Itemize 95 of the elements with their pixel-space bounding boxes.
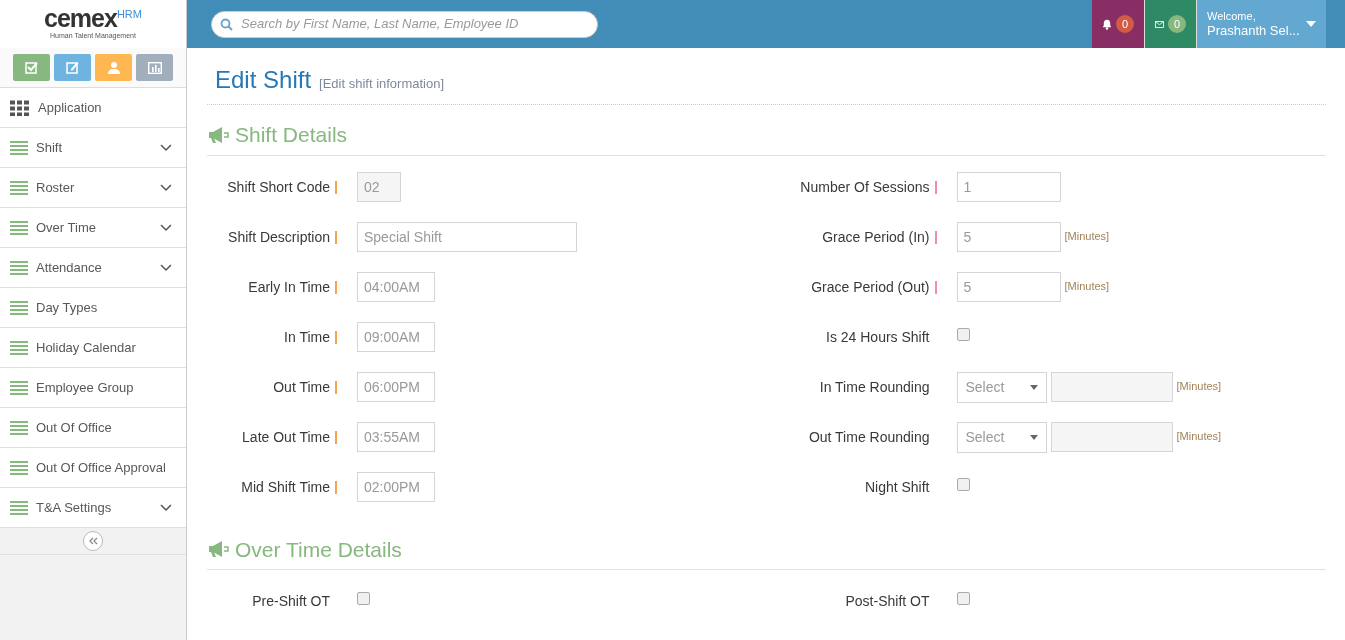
shortcut-button[interactable] bbox=[13, 54, 50, 81]
list-icon bbox=[10, 220, 28, 235]
input-field[interactable]: 09:00AM bbox=[357, 321, 435, 352]
unit-label: [Minutes] bbox=[1064, 278, 1110, 294]
input-field[interactable]: 1 bbox=[956, 171, 1061, 202]
shortcut-button[interactable] bbox=[136, 54, 173, 81]
double-chevron-icon bbox=[88, 537, 98, 545]
input-field[interactable]: 06:00PM bbox=[357, 371, 435, 402]
collapse-button[interactable] bbox=[83, 531, 103, 551]
field-label: Grace Period (In) bbox=[822, 227, 930, 247]
pencil-icon bbox=[66, 61, 79, 74]
megaphone-icon bbox=[207, 125, 229, 144]
list-icon bbox=[10, 340, 28, 355]
field-label: In Time bbox=[284, 327, 330, 347]
greeting-text: Welcome, bbox=[1207, 9, 1257, 23]
input-field[interactable]: 03:55AM bbox=[357, 421, 435, 452]
unit-label: [Minutes] bbox=[1176, 428, 1222, 444]
select-dropdown[interactable]: Select bbox=[956, 421, 1047, 453]
list-icon bbox=[10, 500, 28, 515]
caret-icon bbox=[1029, 434, 1038, 440]
input-field[interactable] bbox=[1050, 371, 1173, 402]
unit-label: [Minutes] bbox=[1064, 228, 1110, 244]
sidebar-item[interactable]: Day Types bbox=[0, 288, 186, 328]
sidebar-item[interactable]: Roster bbox=[0, 168, 186, 208]
list-icon bbox=[10, 380, 28, 395]
list-icon bbox=[10, 300, 28, 315]
field-label: Mid Shift Time bbox=[241, 477, 330, 497]
sidebar-item[interactable]: Shift bbox=[0, 128, 186, 168]
input-field[interactable]: 5 bbox=[956, 271, 1061, 302]
field-label: Early In Time bbox=[248, 277, 330, 297]
user-menu-button[interactable]: Welcome, Prashanth Sel... bbox=[1196, 0, 1326, 48]
list-icon bbox=[10, 420, 28, 435]
checkbox[interactable] bbox=[357, 592, 370, 605]
field-label: Night Shift bbox=[864, 477, 930, 497]
field-label: Post-Shift OT bbox=[845, 592, 930, 611]
section-title: Over Time Details bbox=[235, 536, 402, 563]
checkbox[interactable] bbox=[956, 592, 970, 605]
grid-icon bbox=[10, 99, 30, 116]
checkbox[interactable] bbox=[956, 477, 970, 491]
user-name: Prashanth Sel... bbox=[1207, 22, 1300, 39]
caret-icon bbox=[1029, 384, 1038, 390]
count-badge: 0 bbox=[1168, 15, 1186, 33]
sidebar-item[interactable]: Holiday Calendar bbox=[0, 328, 186, 368]
input-field[interactable]: 02 bbox=[357, 171, 401, 202]
section-title: Shift Details bbox=[235, 122, 348, 148]
list-icon bbox=[10, 460, 28, 475]
count-badge: 0 bbox=[1116, 15, 1134, 33]
field-label: Is 24 Hours Shift bbox=[826, 327, 930, 347]
input-field[interactable]: Special Shift bbox=[357, 221, 577, 252]
sidebar-item[interactable]: Out Of Office bbox=[0, 408, 186, 448]
sidebar-item[interactable]: Application bbox=[0, 88, 186, 128]
input-field[interactable]: 04:00AM bbox=[357, 271, 435, 302]
chevron-down-icon bbox=[160, 143, 172, 152]
megaphone-icon bbox=[207, 540, 229, 559]
logo-text: cemex bbox=[44, 6, 117, 32]
search-icon bbox=[220, 17, 233, 31]
field-label: Out Time Rounding bbox=[808, 427, 930, 447]
input-field[interactable] bbox=[1050, 421, 1173, 452]
chevron-down-icon bbox=[160, 183, 172, 192]
chevron-down-icon bbox=[160, 503, 172, 512]
list-icon bbox=[10, 140, 28, 155]
page-title: Edit Shift bbox=[215, 66, 312, 93]
field-label: Grace Period (Out) bbox=[811, 277, 930, 297]
input-field[interactable]: 02:00PM bbox=[357, 471, 435, 502]
list-icon bbox=[10, 260, 28, 275]
field-label: Number Of Sessions bbox=[800, 177, 930, 197]
list-icon bbox=[10, 180, 28, 195]
user-icon bbox=[107, 61, 120, 74]
search-bar[interactable]: Search by First Name, Last Name, Employee ID bbox=[211, 10, 598, 38]
sidebar-item[interactable]: Out Of Office Approval bbox=[0, 448, 186, 488]
sidebar-item[interactable]: T&A Settings bbox=[0, 488, 186, 528]
chevron-down-icon bbox=[160, 223, 172, 232]
logo-suffix-text: HRM bbox=[116, 7, 142, 21]
checkbox[interactable] bbox=[956, 327, 970, 341]
select-dropdown[interactable]: Select bbox=[956, 371, 1047, 403]
messages-button[interactable]: 0 bbox=[1144, 0, 1196, 48]
sidebar-item[interactable]: Attendance bbox=[0, 248, 186, 288]
sidebar-item[interactable]: Over Time bbox=[0, 208, 186, 248]
unit-label: [Minutes] bbox=[1176, 378, 1222, 394]
page-subtitle: [Edit shift information] bbox=[319, 76, 445, 91]
field-label: Late Out Time bbox=[242, 427, 330, 447]
input-field[interactable]: 5 bbox=[956, 221, 1061, 252]
chevron-down-icon bbox=[160, 263, 172, 272]
field-label: Pre-Shift OT bbox=[252, 592, 330, 611]
notifications-button[interactable]: 0 bbox=[1092, 0, 1144, 48]
field-label: Shift Short Code bbox=[227, 177, 330, 197]
caret-icon bbox=[1306, 21, 1316, 27]
field-label: Out Time bbox=[273, 377, 330, 397]
bar-chart-icon bbox=[147, 61, 162, 74]
sidebar-item[interactable]: Employee Group bbox=[0, 368, 186, 408]
shortcut-button[interactable] bbox=[54, 54, 91, 81]
checkbox-icon bbox=[25, 61, 38, 74]
shortcut-button[interactable] bbox=[95, 54, 132, 81]
field-label: Shift Description bbox=[228, 227, 330, 247]
field-label: In Time Rounding bbox=[819, 377, 930, 397]
